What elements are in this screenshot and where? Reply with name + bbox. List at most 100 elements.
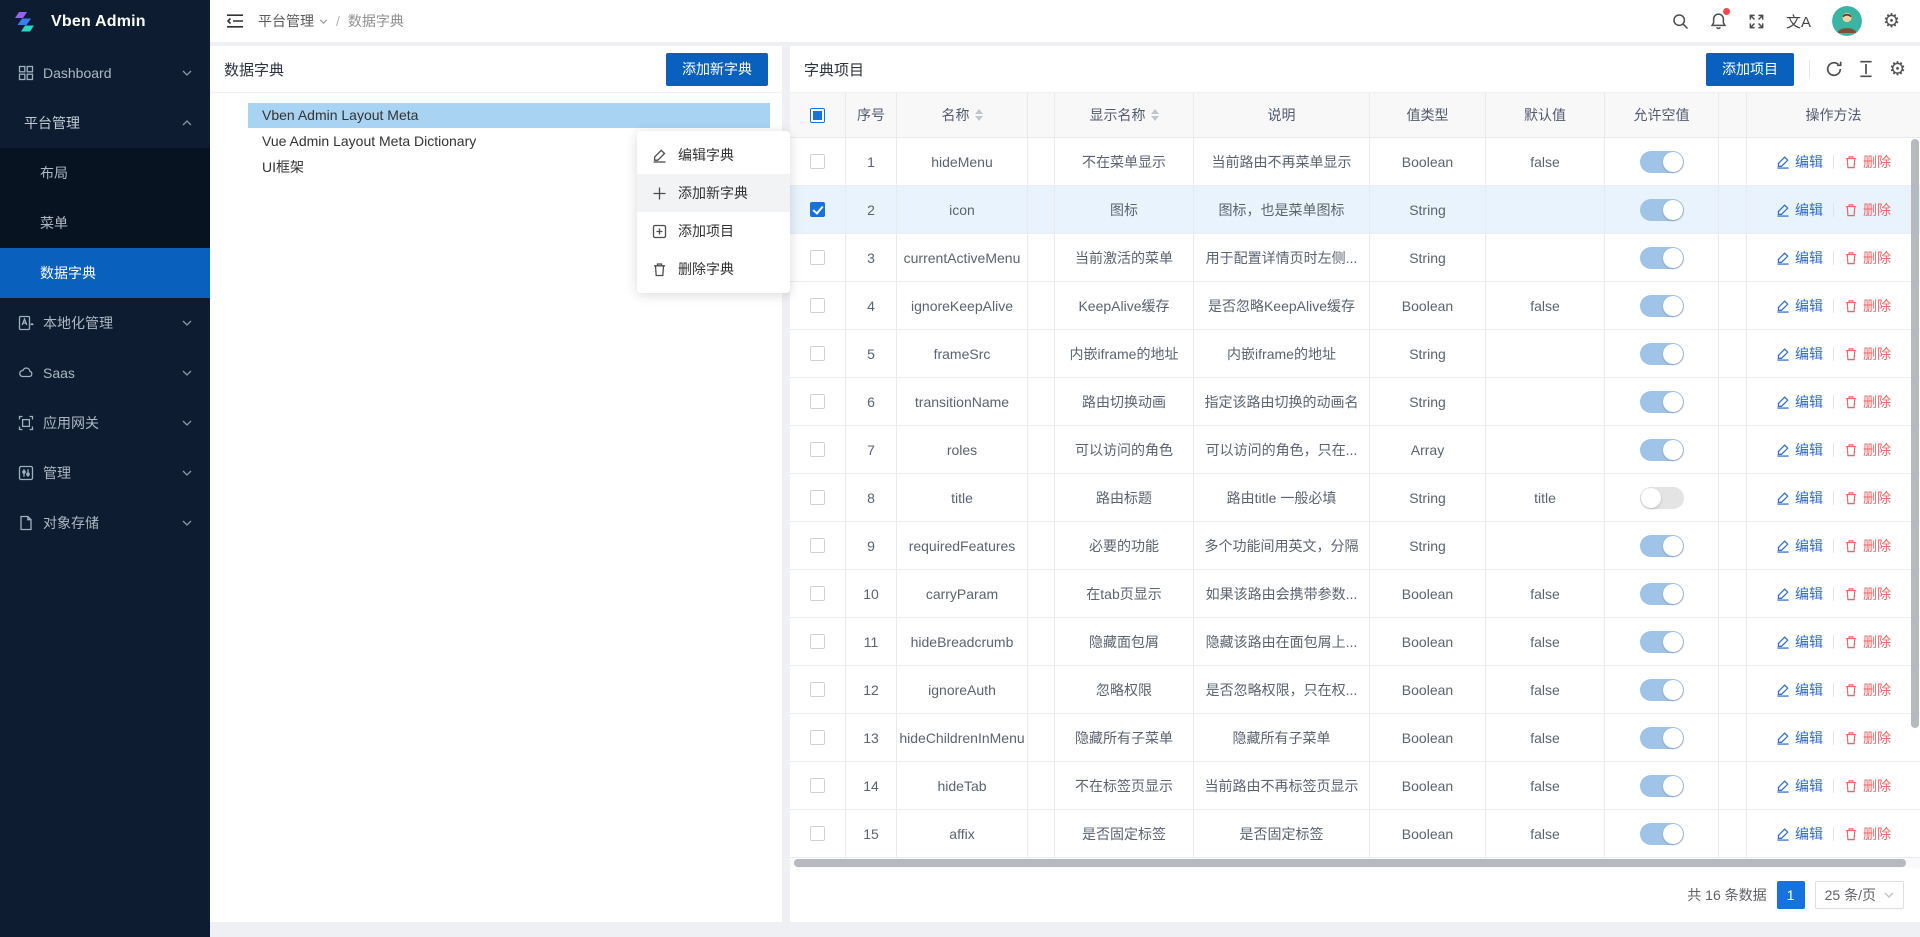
row-checkbox[interactable] [810, 826, 825, 841]
row-checkbox[interactable] [810, 682, 825, 697]
delete-row-button[interactable]: 删除 [1844, 200, 1891, 220]
sidebar-group-platform-management[interactable]: 平台管理 [0, 98, 210, 148]
allow-null-toggle[interactable] [1640, 823, 1684, 845]
refresh-icon[interactable] [1825, 60, 1843, 78]
edit-row-button[interactable]: 编辑 [1776, 680, 1823, 700]
allow-null-toggle[interactable] [1640, 535, 1684, 557]
translate-icon[interactable]: 文A [1786, 11, 1811, 32]
delete-row-button[interactable]: 删除 [1844, 824, 1891, 844]
horizontal-scrollbar-thumb[interactable] [794, 859, 1906, 867]
context-menu-item-delete-dictionary[interactable]: 删除字典 [637, 250, 790, 288]
allow-null-toggle[interactable] [1640, 295, 1684, 317]
row-checkbox[interactable] [810, 154, 825, 169]
allow-null-toggle[interactable] [1640, 199, 1684, 221]
edit-row-button[interactable]: 编辑 [1776, 536, 1823, 556]
search-icon[interactable] [1672, 13, 1689, 30]
sidebar-item-app-gateway[interactable]: 应用网关 [0, 398, 210, 448]
delete-row-button[interactable]: 删除 [1844, 296, 1891, 316]
vertical-scrollbar-thumb[interactable] [1911, 139, 1919, 728]
row-checkbox[interactable] [810, 394, 825, 409]
allow-null-toggle[interactable] [1640, 391, 1684, 413]
row-height-icon[interactable] [1858, 60, 1874, 78]
sidebar-item-localization[interactable]: 本地化管理 [0, 298, 210, 348]
edit-row-button[interactable]: 编辑 [1776, 824, 1823, 844]
row-checkbox[interactable] [810, 538, 825, 553]
edit-row-button[interactable]: 编辑 [1776, 152, 1823, 172]
sidebar-item-object-storage[interactable]: 对象存储 [0, 498, 210, 548]
sidebar-item-dashboard[interactable]: Dashboard [0, 48, 210, 98]
column-header[interactable]: 名称 [897, 93, 1028, 137]
edit-row-button[interactable]: 编辑 [1776, 344, 1823, 364]
allow-null-toggle[interactable] [1640, 439, 1684, 461]
edit-row-button[interactable]: 编辑 [1776, 632, 1823, 652]
allow-null-toggle[interactable] [1640, 247, 1684, 269]
row-checkbox[interactable] [810, 202, 825, 217]
allow-null-toggle[interactable] [1640, 583, 1684, 605]
edit-row-button[interactable]: 编辑 [1776, 776, 1823, 796]
delete-row-button[interactable]: 删除 [1844, 440, 1891, 460]
row-checkbox[interactable] [810, 490, 825, 505]
notification-bell-icon[interactable] [1710, 12, 1727, 30]
row-checkbox[interactable] [810, 346, 825, 361]
delete-row-button[interactable]: 删除 [1844, 776, 1891, 796]
pagination-page-1[interactable]: 1 [1777, 881, 1805, 909]
context-menu-item-add-item[interactable]: 添加项目 [637, 212, 790, 250]
delete-row-button[interactable]: 删除 [1844, 248, 1891, 268]
edit-row-button[interactable]: 编辑 [1776, 392, 1823, 412]
allow-null-toggle[interactable] [1640, 631, 1684, 653]
row-checkbox[interactable] [810, 442, 825, 457]
breadcrumb-item-platform[interactable]: 平台管理 [258, 11, 328, 31]
delete-row-button[interactable]: 删除 [1844, 584, 1891, 604]
delete-row-button[interactable]: 删除 [1844, 680, 1891, 700]
edit-row-button[interactable]: 编辑 [1776, 200, 1823, 220]
allow-null-toggle[interactable] [1640, 487, 1684, 509]
select-all-checkbox[interactable] [810, 108, 825, 123]
page-size-select[interactable]: 25 条/页 [1815, 881, 1904, 909]
edit-row-button[interactable]: 编辑 [1776, 248, 1823, 268]
delete-row-button[interactable]: 删除 [1844, 152, 1891, 172]
menu-fold-icon[interactable] [226, 13, 244, 29]
add-dictionary-button[interactable]: 添加新字典 [666, 53, 768, 86]
sidebar-item-saas[interactable]: Saas [0, 348, 210, 398]
add-item-button[interactable]: 添加项目 [1706, 53, 1794, 86]
row-checkbox[interactable] [810, 778, 825, 793]
allow-null-toggle[interactable] [1640, 775, 1684, 797]
sidebar-item-data-dictionary[interactable]: 数据字典 [0, 248, 210, 298]
dictionary-list-item[interactable]: Vben Admin Layout Meta [248, 103, 770, 128]
settings-gear-icon[interactable]: ⚙ [1883, 12, 1900, 31]
row-checkbox[interactable] [810, 634, 825, 649]
row-checkbox[interactable] [810, 250, 825, 265]
row-checkbox[interactable] [810, 586, 825, 601]
fullscreen-icon[interactable] [1748, 13, 1765, 30]
delete-row-button[interactable]: 删除 [1844, 632, 1891, 652]
sort-caret-icon[interactable] [975, 109, 983, 121]
column-header[interactable]: 显示名称 [1055, 93, 1194, 137]
delete-row-button[interactable]: 删除 [1844, 536, 1891, 556]
allow-null-toggle[interactable] [1640, 343, 1684, 365]
context-menu-item-edit-dictionary[interactable]: 编辑字典 [637, 136, 790, 174]
sidebar-item-management[interactable]: 管理 [0, 448, 210, 498]
edit-row-button[interactable]: 编辑 [1776, 728, 1823, 748]
edit-row-button[interactable]: 编辑 [1776, 584, 1823, 604]
horizontal-scrollbar[interactable] [790, 858, 1920, 868]
allow-null-toggle[interactable] [1640, 151, 1684, 173]
sort-caret-icon[interactable] [1151, 109, 1159, 121]
user-avatar[interactable] [1832, 6, 1862, 36]
vertical-scrollbar[interactable] [1910, 139, 1920, 857]
edit-row-button[interactable]: 编辑 [1776, 488, 1823, 508]
sidebar-item-menu[interactable]: 菜单 [0, 198, 210, 248]
delete-row-button[interactable]: 删除 [1844, 728, 1891, 748]
delete-row-button[interactable]: 删除 [1844, 392, 1891, 412]
row-checkbox[interactable] [810, 730, 825, 745]
column-settings-gear-icon[interactable]: ⚙ [1889, 60, 1906, 79]
allow-null-toggle[interactable] [1640, 727, 1684, 749]
delete-row-button[interactable]: 删除 [1844, 344, 1891, 364]
edit-row-button[interactable]: 编辑 [1776, 440, 1823, 460]
context-menu-item-add-new-dictionary[interactable]: 添加新字典 [637, 174, 790, 212]
logo[interactable]: Vben Admin [0, 0, 210, 44]
delete-row-button[interactable]: 删除 [1844, 488, 1891, 508]
row-checkbox[interactable] [810, 298, 825, 313]
allow-null-toggle[interactable] [1640, 679, 1684, 701]
edit-row-button[interactable]: 编辑 [1776, 296, 1823, 316]
sidebar-item-layout[interactable]: 布局 [0, 148, 210, 198]
